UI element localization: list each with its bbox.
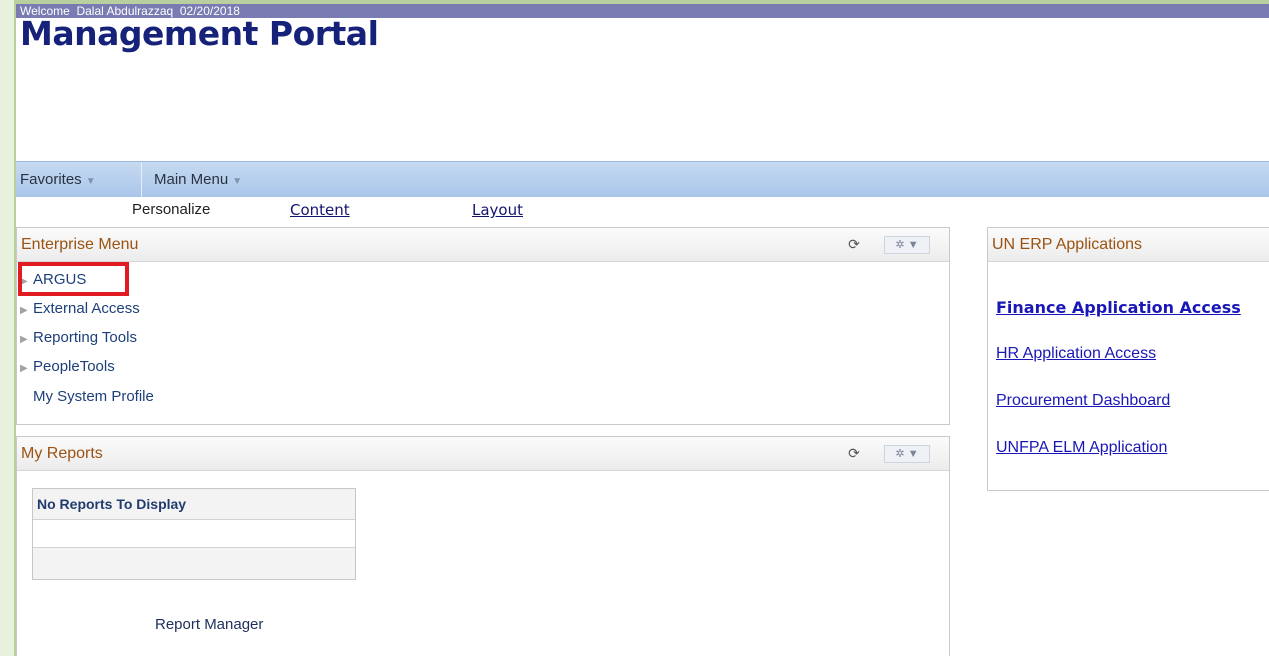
unfpa-elm-link[interactable]: UNFPA ELM Application: [996, 439, 1167, 457]
enterprise-menu-pagelet: Enterprise Menu ⟳ ✲ ▼: [16, 227, 950, 425]
report-manager-link[interactable]: Report Manager: [155, 616, 263, 633]
personalize-layout-link[interactable]: Layout: [472, 201, 523, 219]
gear-icon: ✲: [895, 239, 905, 251]
refresh-icon[interactable]: ⟳: [846, 236, 862, 252]
finance-application-link[interactable]: Finance Application Access: [996, 298, 1241, 317]
personalize-label: Personalize: [132, 201, 211, 218]
my-reports-header: My Reports ⟳ ✲ ▼: [17, 437, 949, 471]
main-menu[interactable]: Main Menu ▼: [150, 162, 252, 197]
caret-down-icon: ▼: [907, 239, 919, 251]
procurement-dashboard-link[interactable]: Procurement Dashboard: [996, 392, 1170, 410]
caret-down-icon: ▼: [907, 448, 919, 460]
main-menu-label: Main Menu: [154, 171, 229, 188]
reports-table-header: No Reports To Display: [33, 489, 355, 520]
menu-item-reporting-tools[interactable]: ▶ Reporting Tools: [20, 329, 137, 346]
menu-item-my-system-profile[interactable]: My System Profile: [20, 388, 154, 405]
table-row: [33, 520, 355, 548]
pagelet-settings-button[interactable]: ✲ ▼: [884, 236, 930, 254]
gear-icon: ✲: [895, 448, 905, 460]
hr-application-link[interactable]: HR Application Access: [996, 345, 1156, 363]
menu-item-label: PeopleTools: [33, 358, 115, 375]
triangle-right-icon: ▶: [20, 363, 28, 374]
caret-down-icon: ▼: [85, 176, 96, 187]
menu-item-label: Reporting Tools: [33, 329, 137, 346]
table-row: [33, 548, 355, 579]
personalize-row: Personalize Content Layout: [16, 201, 1269, 221]
triangle-right-icon: ▶: [20, 334, 28, 345]
caret-down-icon: ▼: [232, 176, 243, 187]
enterprise-menu-title: Enterprise Menu: [21, 236, 139, 253]
argus-highlight-box: [18, 262, 129, 296]
triangle-right-icon: ▶: [20, 305, 28, 316]
favorites-menu-label: Favorites: [20, 171, 82, 188]
menu-item-label: My System Profile: [33, 388, 154, 405]
un-erp-header: UN ERP Applications: [988, 228, 1269, 262]
reports-table: No Reports To Display: [32, 488, 356, 580]
personalize-content-link[interactable]: Content: [290, 201, 350, 219]
refresh-icon[interactable]: ⟳: [846, 445, 862, 461]
pagelet-settings-button[interactable]: ✲ ▼: [884, 445, 930, 463]
page-title: Management Portal: [20, 14, 379, 53]
enterprise-menu-header: Enterprise Menu ⟳ ✲ ▼: [17, 228, 949, 262]
my-reports-title: My Reports: [21, 445, 103, 462]
un-erp-title: UN ERP Applications: [992, 236, 1142, 253]
menu-item-peopletools[interactable]: ▶ PeopleTools: [20, 358, 115, 375]
menu-item-external-access[interactable]: ▶ External Access: [20, 300, 140, 317]
favorites-menu[interactable]: Favorites ▼: [16, 162, 106, 197]
menu-divider: [141, 162, 142, 197]
un-erp-pagelet: UN ERP Applications Finance Application …: [987, 227, 1269, 491]
menu-item-label: External Access: [33, 300, 140, 317]
portal-page: Welcome Dalal Abdulrazzaq 02/20/2018 Man…: [16, 4, 1269, 656]
main-menubar: Favorites ▼ Main Menu ▼: [16, 161, 1269, 197]
